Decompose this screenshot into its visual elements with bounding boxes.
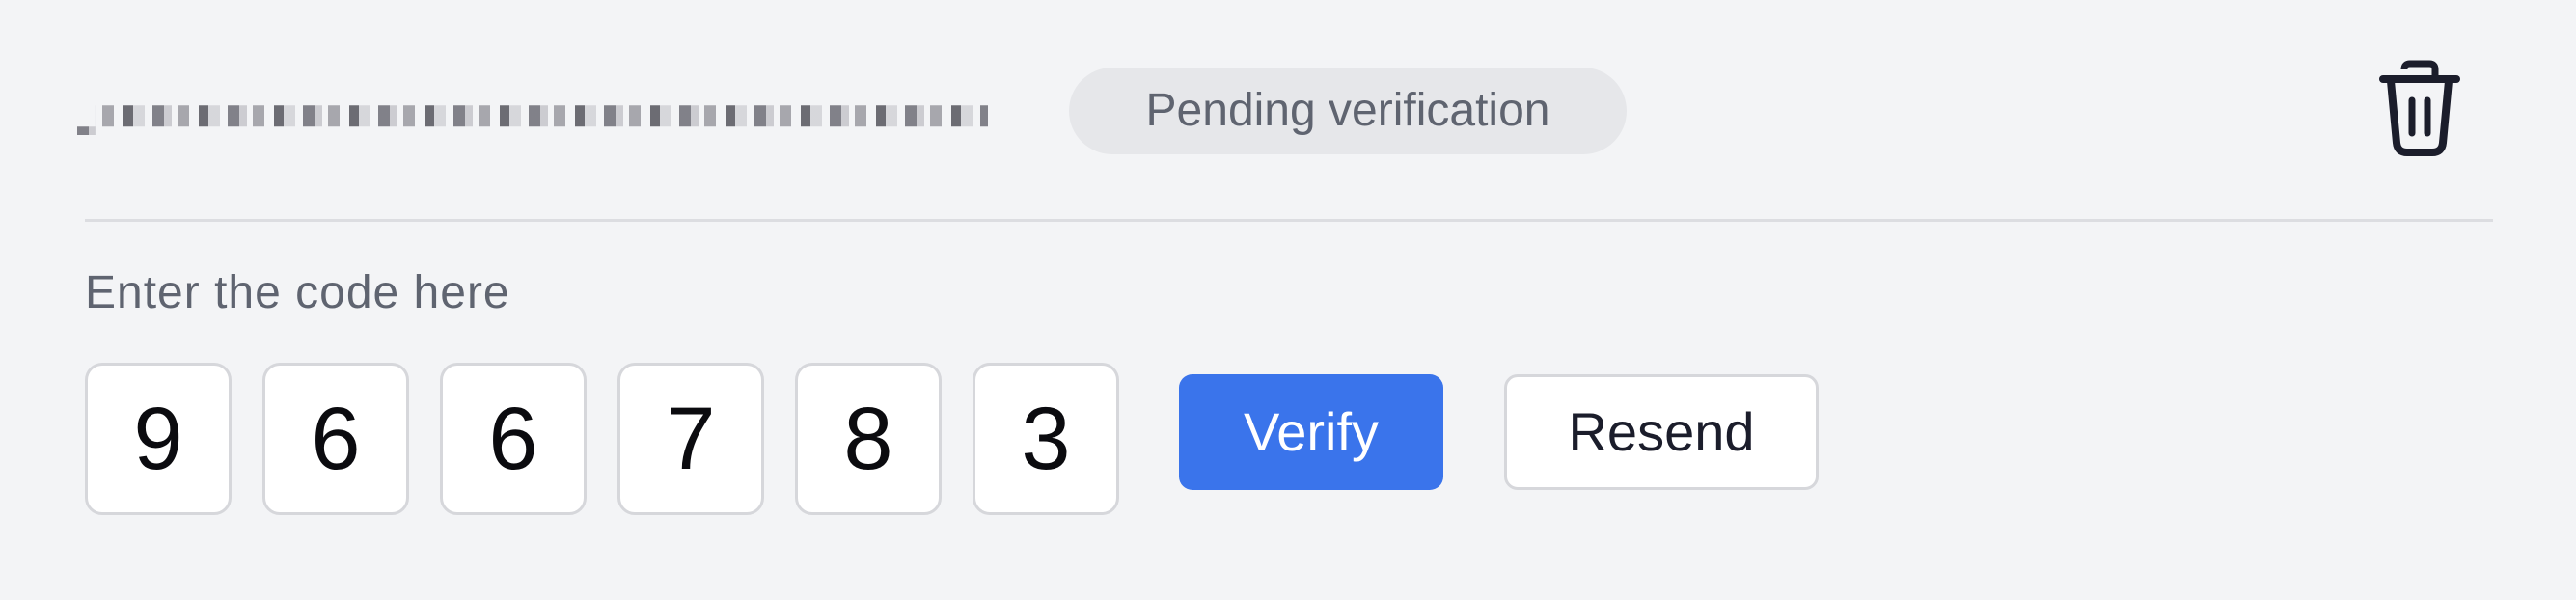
email-address-redacted: redacted-email-address xyxy=(77,105,988,135)
delete-button[interactable] xyxy=(2377,60,2462,156)
divider xyxy=(85,219,2493,222)
verify-button[interactable]: Verify xyxy=(1179,374,1443,490)
code-digit-2[interactable]: 6 xyxy=(262,363,409,515)
code-digit-5[interactable]: 8 xyxy=(795,363,942,515)
code-digit-4[interactable]: 7 xyxy=(617,363,764,515)
trash-icon xyxy=(2379,60,2460,156)
code-label: Enter the code here xyxy=(85,267,510,318)
code-digit-6[interactable]: 3 xyxy=(973,363,1119,515)
verification-code-inputs: 9 6 6 7 8 3 xyxy=(85,363,1150,515)
resend-button[interactable]: Resend xyxy=(1504,374,1819,490)
status-badge: Pending verification xyxy=(1069,68,1627,154)
code-digit-3[interactable]: 6 xyxy=(440,363,587,515)
code-digit-1[interactable]: 9 xyxy=(85,363,232,515)
